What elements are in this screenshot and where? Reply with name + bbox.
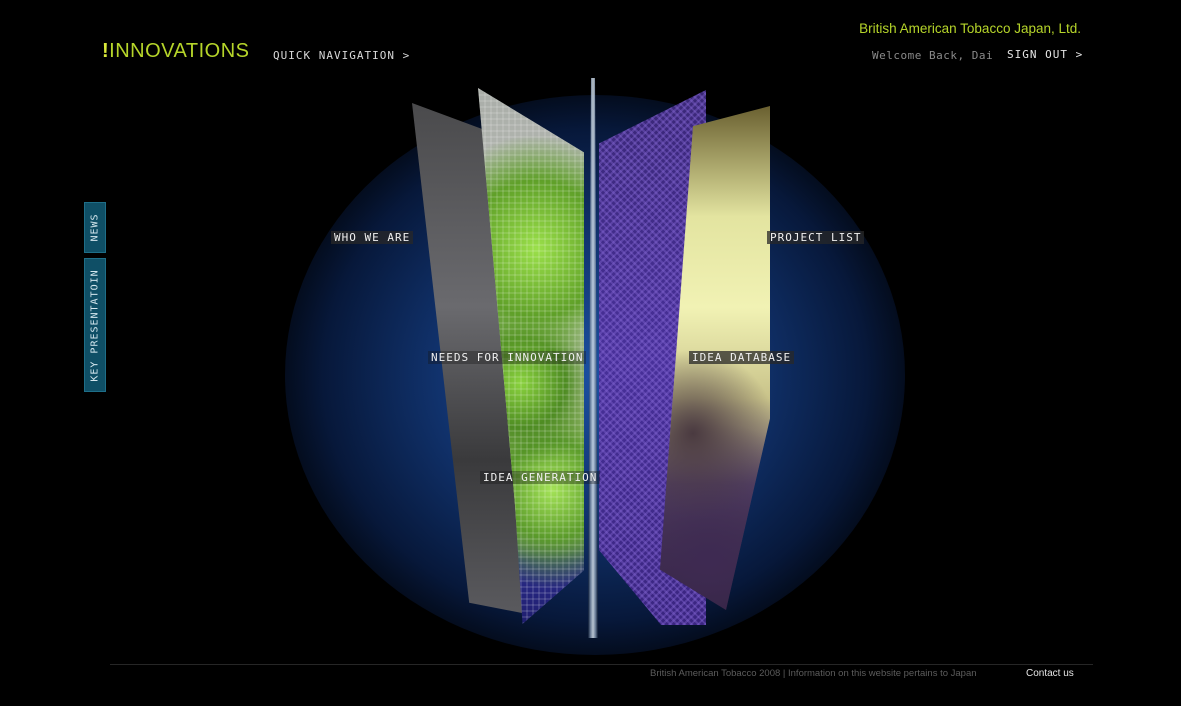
news-tab-label: NEWS <box>89 213 101 242</box>
welcome-message: Welcome Back, Dai <box>872 49 994 62</box>
logo-text: INNOVATIONS <box>109 40 250 62</box>
sign-out-link[interactable]: SIGN OUT > <box>1007 48 1083 61</box>
key-presentation-tab[interactable]: KEY PRESENTATOIN <box>84 258 106 392</box>
menu-who-we-are[interactable]: WHO WE ARE <box>331 231 414 244</box>
company-name: British American Tobacco Japan, Ltd. <box>859 21 1081 36</box>
contact-us-link[interactable]: Contact us <box>1026 668 1074 679</box>
footer-info: British American Tobacco 2008 | Informat… <box>650 668 977 679</box>
menu-idea-database[interactable]: IDEA DATABASE <box>689 351 795 364</box>
menu-idea-generation[interactable]: IDEA GENERATION <box>480 471 601 484</box>
key-presentation-tab-label: KEY PRESENTATOIN <box>89 268 101 382</box>
innovations-logo[interactable]: !INNOVATIONS <box>102 40 250 63</box>
menu-needs-for-innovation[interactable]: NEEDS FOR INNOVATION <box>428 351 587 364</box>
quick-navigation-link[interactable]: QUICK NAVIGATION > <box>273 49 410 62</box>
menu-project-list[interactable]: PROJECT LIST <box>767 231 865 244</box>
footer-divider <box>110 664 1093 665</box>
news-tab[interactable]: NEWS <box>84 202 106 253</box>
